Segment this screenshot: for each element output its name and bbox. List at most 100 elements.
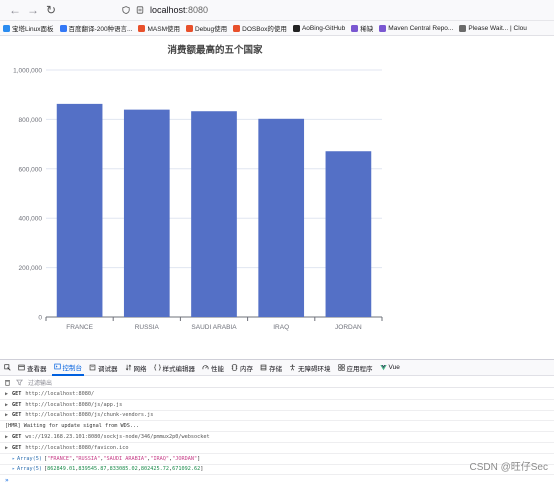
element-picker-button[interactable]: [2, 359, 13, 376]
style-editor-icon: [153, 364, 161, 371]
expand-triangle-icon[interactable]: ▸: [12, 456, 15, 462]
performance-icon: [202, 365, 209, 370]
bookmark-label: 百度翻译-200种语言...: [68, 26, 133, 33]
devtools-tab-debugger[interactable]: 调试器: [87, 359, 120, 376]
trash-icon[interactable]: [4, 379, 11, 386]
bar-saudi-arabia: [191, 111, 237, 317]
element-picker-icon: [4, 364, 11, 371]
expand-arrow-icon[interactable]: ▶: [5, 434, 12, 440]
request-url[interactable]: http://localhost:8080/js/app.js: [25, 402, 122, 408]
console-log-entry[interactable]: ▶ GET http://localhost:8080/favicon.ico: [0, 443, 554, 454]
array-item: "JORDAN": [172, 455, 198, 462]
console-prompt[interactable]: »: [0, 475, 554, 486]
array-item: 671092.62: [172, 466, 201, 473]
expand-arrow-icon[interactable]: ▶: [5, 412, 12, 418]
y-tick-label: 0: [38, 315, 42, 322]
devtools-tab-vue[interactable]: Vue: [378, 359, 402, 376]
devtools-tab-network[interactable]: 网络: [123, 359, 149, 376]
debugger-icon: [89, 364, 96, 371]
array-label: Array(5): [17, 455, 43, 462]
y-tick-label: 600,000: [19, 166, 43, 173]
array-item: 802425.72: [140, 466, 169, 473]
bookmark-item[interactable]: 百度翻译-200种语言...: [59, 23, 133, 33]
devtools-tab-label: 网络: [133, 365, 147, 373]
request-url[interactable]: http://localhost:8080/: [25, 391, 94, 397]
bar-iraq: [258, 118, 305, 317]
x-tick-label: IRAQ: [273, 324, 289, 331]
request-method: GET: [12, 444, 22, 451]
bookmark-item[interactable]: MASM使用: [138, 23, 180, 33]
console-filter-input[interactable]: 过滤输出: [28, 378, 52, 387]
bookmark-item[interactable]: 宝塔Linux面板: [3, 23, 54, 33]
devtools-tab-style-editor[interactable]: 样式编辑器: [152, 359, 198, 376]
request-url[interactable]: ws://192.168.23.101:8080/sockjs-node/346…: [25, 434, 209, 440]
request-url[interactable]: http://localhost:8080/js/chunk-vendors.j…: [25, 412, 153, 418]
devtools-tab-inspector[interactable]: 查看器: [16, 359, 49, 376]
devtools-tab-label: 样式编辑器: [162, 365, 196, 373]
reload-icon[interactable]: ↻: [44, 3, 58, 17]
array-bracket: ]: [200, 466, 204, 473]
bookmark-item[interactable]: AoBing-GitHub: [292, 24, 345, 32]
devtools-tab-label: 调试器: [98, 365, 118, 373]
console-log-entry[interactable]: ▶ GET http://localhost:8080/js/app.js: [0, 400, 554, 411]
devtools-tab-label: 存储: [269, 365, 282, 373]
array-item: 862849.01: [47, 466, 76, 473]
chart-title: 消费额最高的五个国家: [167, 45, 263, 56]
y-tick-label: 400,000: [19, 216, 43, 223]
devtools-tab-console[interactable]: 控制台: [51, 359, 84, 376]
forward-arrow-icon[interactable]: →: [26, 3, 40, 17]
devtools-tab-label: 应用程序: [346, 365, 373, 373]
request-method: GET: [12, 434, 22, 441]
bookmark-item[interactable]: DOSBox的使用: [233, 23, 287, 33]
expand-arrow-icon[interactable]: ▶: [5, 402, 12, 408]
devtools-tab-application[interactable]: 应用程序: [336, 359, 375, 376]
page-info-icon[interactable]: [136, 6, 144, 14]
bookmark-label: DOSBox的使用: [242, 26, 287, 33]
console-log-entry[interactable]: ▶ GET ws://192.168.23.101:8080/sockjs-no…: [0, 432, 554, 443]
memory-icon: [231, 364, 238, 371]
console-log-entry: [HMR] Waiting for update signal from WDS…: [0, 421, 554, 433]
inspector-icon: [18, 364, 25, 371]
expand-arrow-icon[interactable]: ▶: [5, 445, 12, 451]
devtools-tab-storage[interactable]: 存储: [258, 359, 284, 376]
bookmark-item[interactable]: Please Wait... | Clou: [459, 24, 527, 32]
filter-icon: [16, 379, 23, 385]
bookmarks-bar: 宝塔Linux面板 百度翻译-200种语言... MASM使用 Debug使用 DOSB…: [0, 21, 554, 36]
bookmark-item[interactable]: Debug使用: [185, 23, 227, 33]
array-item: 839545.87: [78, 466, 107, 473]
bookmark-item[interactable]: 稀缺: [351, 23, 373, 33]
back-arrow-icon[interactable]: ←: [8, 3, 22, 17]
request-url[interactable]: http://localhost:8080/favicon.ico: [25, 445, 128, 451]
browser-toolbar: ← → ↻ localhost:8080: [0, 0, 554, 21]
devtools-tab-label: 无障碍环境: [298, 365, 331, 373]
expand-arrow-icon[interactable]: ▶: [5, 391, 12, 397]
url-text[interactable]: localhost:8080: [150, 5, 208, 15]
array-label: Array(5): [17, 466, 43, 473]
devtools-tab-performance[interactable]: 性能: [200, 359, 226, 376]
devtools-tab-memory[interactable]: 内存: [229, 359, 255, 376]
bookmark-favicon-icon: [138, 24, 146, 32]
array-item: 833085.02: [109, 466, 138, 473]
x-tick-label: RUSSIA: [135, 324, 160, 331]
prompt-chevron-icon: »: [5, 477, 9, 485]
bookmark-favicon-icon: [185, 24, 193, 32]
y-tick-label: 200,000: [19, 265, 43, 272]
watermark: CSDN @旺仔Sec: [469, 462, 549, 473]
url-host: localhost: [150, 5, 186, 15]
array-item: "RUSSIA": [75, 455, 101, 462]
bookmark-label: MASM使用: [147, 26, 180, 33]
bookmark-item[interactable]: Maven Central Repo...: [379, 24, 454, 32]
address-bar[interactable]: localhost:8080: [122, 2, 208, 18]
expand-triangle-icon[interactable]: ▸: [12, 466, 15, 472]
bookmark-favicon-icon: [233, 24, 241, 32]
console-log-entry[interactable]: ▶ GET http://localhost:8080/js/chunk-ven…: [0, 411, 554, 422]
request-method: GET: [12, 412, 22, 419]
bookmark-label: Maven Central Repo...: [388, 24, 454, 32]
devtools-tab-accessibility[interactable]: 无障碍环境: [287, 359, 333, 376]
bookmark-label: 稀缺: [360, 26, 374, 33]
array-item: "SAUDI ARABIA": [103, 455, 148, 462]
bookmark-favicon-icon: [351, 24, 359, 32]
vue-icon: [379, 365, 387, 371]
shield-icon: [122, 6, 130, 14]
console-log-entry[interactable]: ▶ GET http://localhost:8080/: [0, 389, 554, 400]
